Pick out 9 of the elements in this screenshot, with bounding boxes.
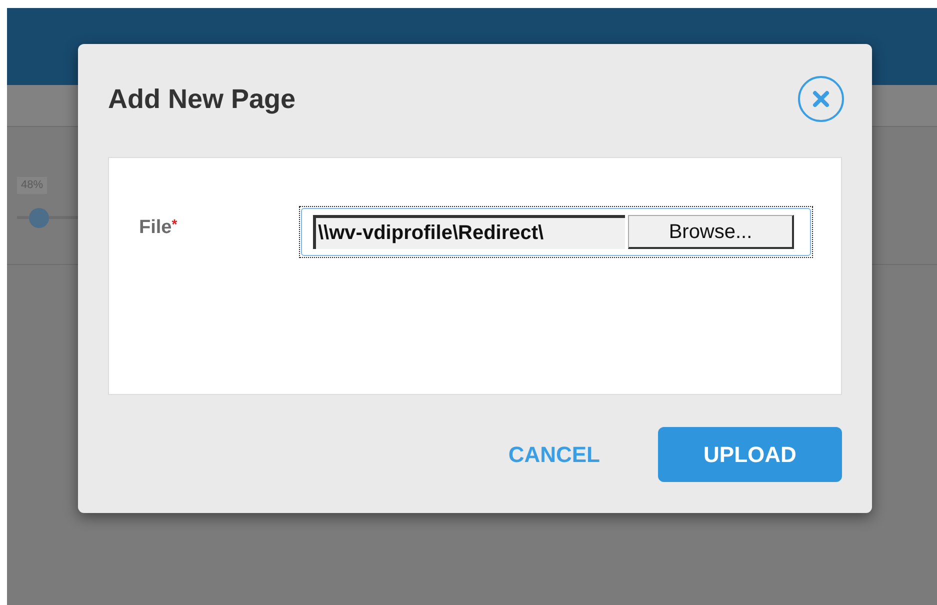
- file-path-field[interactable]: \\wv-vdiprofile\Redirect\: [313, 215, 625, 249]
- close-icon: [812, 90, 830, 108]
- close-button[interactable]: [798, 76, 844, 122]
- slider-thumb[interactable]: [29, 208, 49, 228]
- field-label: File: [139, 216, 172, 240]
- file-input[interactable]: \\wv-vdiprofile\Redirect\ Browse...: [301, 208, 811, 256]
- browse-button[interactable]: Browse...: [628, 215, 794, 249]
- required-mark: *: [172, 215, 178, 234]
- dialog-title: Add New Page: [108, 82, 296, 116]
